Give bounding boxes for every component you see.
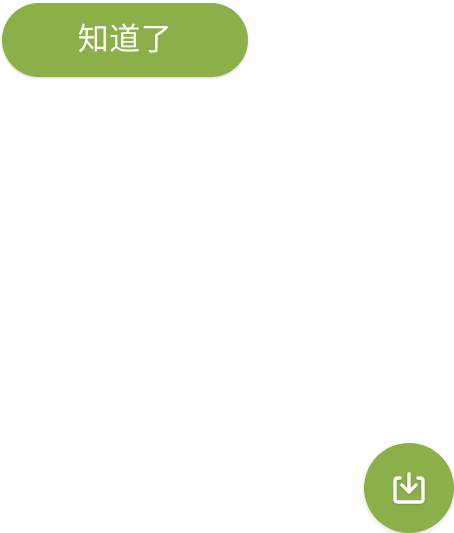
got-it-button[interactable]: 知道了	[2, 3, 248, 77]
download-button[interactable]	[364, 443, 454, 533]
got-it-label: 知道了	[77, 21, 173, 58]
download-icon	[393, 472, 425, 504]
page: 知道了	[0, 0, 454, 533]
